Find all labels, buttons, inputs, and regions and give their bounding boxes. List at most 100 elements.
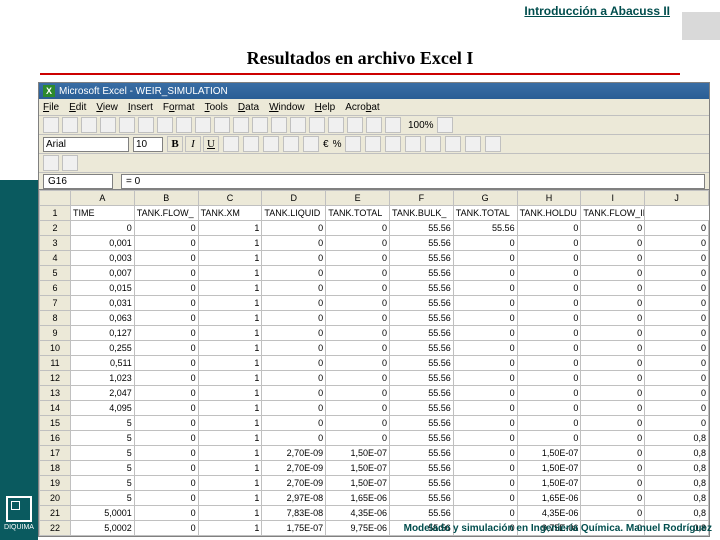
- cell[interactable]: 0: [517, 311, 581, 326]
- cell[interactable]: 0: [581, 476, 645, 491]
- cell[interactable]: 55.56: [389, 461, 453, 476]
- cell[interactable]: 0: [453, 341, 517, 356]
- spell-icon[interactable]: [138, 117, 154, 133]
- cell[interactable]: 0: [517, 326, 581, 341]
- pdf-make-icon[interactable]: [43, 155, 59, 171]
- cell[interactable]: 0,8: [645, 506, 709, 521]
- cell[interactable]: 0: [581, 236, 645, 251]
- cell[interactable]: 0,007: [71, 266, 135, 281]
- col-header[interactable]: C: [198, 191, 262, 206]
- col-header[interactable]: G: [453, 191, 517, 206]
- underline-button[interactable]: U: [203, 136, 219, 152]
- cell[interactable]: 55.56: [389, 326, 453, 341]
- header-cell[interactable]: TANK.XM: [198, 206, 262, 221]
- cell[interactable]: 0: [134, 461, 198, 476]
- cell[interactable]: 1,023: [71, 371, 135, 386]
- cell[interactable]: 0: [134, 266, 198, 281]
- save-icon[interactable]: [81, 117, 97, 133]
- cell[interactable]: 1,65E-06: [326, 491, 390, 506]
- row-header[interactable]: 10: [40, 341, 71, 356]
- cell[interactable]: 0: [517, 341, 581, 356]
- cell[interactable]: 0: [262, 416, 326, 431]
- cell[interactable]: 1,50E-07: [517, 446, 581, 461]
- cell[interactable]: 0: [517, 236, 581, 251]
- cell[interactable]: 55.56: [389, 281, 453, 296]
- cell[interactable]: 0: [262, 236, 326, 251]
- cell[interactable]: 5: [71, 491, 135, 506]
- cell[interactable]: 5,0001: [71, 506, 135, 521]
- spreadsheet-grid[interactable]: ABCDEFGHIJ1TIMETANK.FLOW_TANK.XMTANK.LIQ…: [39, 190, 709, 536]
- cell[interactable]: 1: [198, 356, 262, 371]
- row-header[interactable]: 13: [40, 386, 71, 401]
- row-header[interactable]: 15: [40, 416, 71, 431]
- row-header[interactable]: 4: [40, 251, 71, 266]
- cell[interactable]: 55.56: [389, 431, 453, 446]
- cut-icon[interactable]: [157, 117, 173, 133]
- cell[interactable]: 0: [326, 386, 390, 401]
- col-header[interactable]: D: [262, 191, 326, 206]
- cell[interactable]: 0: [134, 236, 198, 251]
- cell[interactable]: 0: [453, 266, 517, 281]
- cell[interactable]: 1: [198, 281, 262, 296]
- menu-window[interactable]: Window: [269, 102, 305, 113]
- cell[interactable]: 0: [581, 491, 645, 506]
- cell[interactable]: 0: [326, 251, 390, 266]
- cell[interactable]: 0: [134, 476, 198, 491]
- cell[interactable]: 0: [581, 356, 645, 371]
- row-header[interactable]: 11: [40, 356, 71, 371]
- cell[interactable]: 0: [262, 311, 326, 326]
- percent-icon[interactable]: %: [333, 139, 342, 150]
- cell[interactable]: 0: [134, 401, 198, 416]
- cell[interactable]: 0: [517, 281, 581, 296]
- row-header[interactable]: 19: [40, 476, 71, 491]
- cell[interactable]: 0: [134, 356, 198, 371]
- cell[interactable]: 2,047: [71, 386, 135, 401]
- cell[interactable]: 1,50E-07: [326, 476, 390, 491]
- cell[interactable]: 0: [581, 446, 645, 461]
- cell[interactable]: 0: [645, 236, 709, 251]
- currency-icon[interactable]: [303, 136, 319, 152]
- cell[interactable]: 0: [134, 296, 198, 311]
- align-left-icon[interactable]: [223, 136, 239, 152]
- cell[interactable]: 0: [262, 251, 326, 266]
- cell[interactable]: 0: [262, 401, 326, 416]
- font-name-box[interactable]: Arial: [43, 137, 129, 152]
- row-header[interactable]: 17: [40, 446, 71, 461]
- cell[interactable]: 1: [198, 506, 262, 521]
- cell[interactable]: 1: [198, 266, 262, 281]
- cell[interactable]: 0: [134, 251, 198, 266]
- cell[interactable]: 0: [326, 281, 390, 296]
- cell[interactable]: 1: [198, 311, 262, 326]
- cell[interactable]: 0,003: [71, 251, 135, 266]
- cell[interactable]: 1: [198, 446, 262, 461]
- cell[interactable]: 0: [134, 416, 198, 431]
- cell[interactable]: 0: [517, 296, 581, 311]
- cell[interactable]: 55.56: [389, 266, 453, 281]
- cell[interactable]: 5: [71, 461, 135, 476]
- row-header[interactable]: 18: [40, 461, 71, 476]
- cell[interactable]: 1: [198, 476, 262, 491]
- align-right-icon[interactable]: [263, 136, 279, 152]
- cell[interactable]: 0: [326, 356, 390, 371]
- cell[interactable]: 0: [645, 371, 709, 386]
- cell[interactable]: 2,70E-09: [262, 446, 326, 461]
- cell[interactable]: 0: [645, 251, 709, 266]
- cell[interactable]: 2,70E-09: [262, 461, 326, 476]
- cell[interactable]: 0: [326, 296, 390, 311]
- cell[interactable]: 0: [326, 266, 390, 281]
- cell[interactable]: 0: [581, 296, 645, 311]
- cell[interactable]: 0: [326, 416, 390, 431]
- header-cell[interactable]: TANK.LIQUID: [262, 206, 326, 221]
- cell[interactable]: 0: [262, 266, 326, 281]
- cell[interactable]: 55.56: [389, 476, 453, 491]
- cell[interactable]: 0: [134, 371, 198, 386]
- cell[interactable]: 5: [71, 446, 135, 461]
- comma-icon[interactable]: [345, 136, 361, 152]
- euro-icon[interactable]: €: [323, 139, 329, 150]
- row-header[interactable]: 20: [40, 491, 71, 506]
- cell[interactable]: 0: [517, 356, 581, 371]
- cell[interactable]: 0: [581, 416, 645, 431]
- cell[interactable]: 0: [517, 431, 581, 446]
- cell[interactable]: 0: [645, 326, 709, 341]
- cell[interactable]: 1: [198, 521, 262, 536]
